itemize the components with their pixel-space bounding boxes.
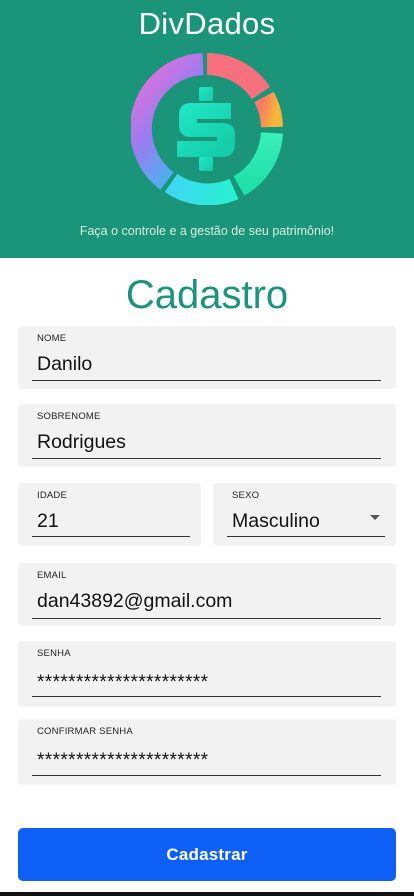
senha-field[interactable]: SENHA ********************** <box>18 641 396 707</box>
email-field[interactable]: EMAIL dan43892@gmail.com <box>18 563 396 626</box>
sobrenome-underline <box>32 458 381 459</box>
nome-underline <box>32 380 381 381</box>
nome-field[interactable]: NOME Danilo <box>18 326 396 389</box>
dropdown-arrow-icon[interactable] <box>370 515 380 520</box>
dollar-donut-logo-icon <box>131 53 283 205</box>
email-input[interactable]: dan43892@gmail.com <box>37 590 232 613</box>
email-label: EMAIL <box>37 570 67 581</box>
idade-label: IDADE <box>37 490 68 501</box>
confirmar-senha-field[interactable]: CONFIRMAR SENHA ********************** <box>18 719 396 785</box>
app-title: DivDados <box>138 6 276 41</box>
confirmar-senha-label: CONFIRMAR SENHA <box>37 726 133 737</box>
confirmar-senha-underline <box>32 775 381 776</box>
sobrenome-input[interactable]: Rodrigues <box>37 431 126 454</box>
nome-label: NOME <box>37 333 67 344</box>
app-header: DivDados Faça o controle e a gestão de s… <box>0 0 414 258</box>
idade-input[interactable]: 21 <box>37 510 59 533</box>
senha-input[interactable]: ********************** <box>37 672 208 694</box>
sobrenome-label: SOBRENOME <box>37 411 101 422</box>
idade-underline <box>32 536 190 537</box>
bottom-edge <box>0 892 414 896</box>
page-title: Cadastro <box>125 273 289 317</box>
sexo-value[interactable]: Masculino <box>232 510 320 533</box>
cadastrar-button[interactable]: Cadastrar <box>18 828 396 881</box>
sobrenome-field[interactable]: SOBRENOME Rodrigues <box>18 404 396 467</box>
senha-underline <box>32 696 381 697</box>
tagline: Faça o controle e a gestão de seu patrim… <box>79 224 335 238</box>
confirmar-senha-input[interactable]: ********************** <box>37 750 208 772</box>
sexo-underline <box>227 536 385 537</box>
senha-label: SENHA <box>37 648 71 659</box>
sexo-select[interactable]: SEXO Masculino <box>213 483 396 546</box>
nome-input[interactable]: Danilo <box>37 353 92 376</box>
idade-field[interactable]: IDADE 21 <box>18 483 201 546</box>
sexo-label: SEXO <box>232 490 260 501</box>
email-underline <box>32 618 381 619</box>
